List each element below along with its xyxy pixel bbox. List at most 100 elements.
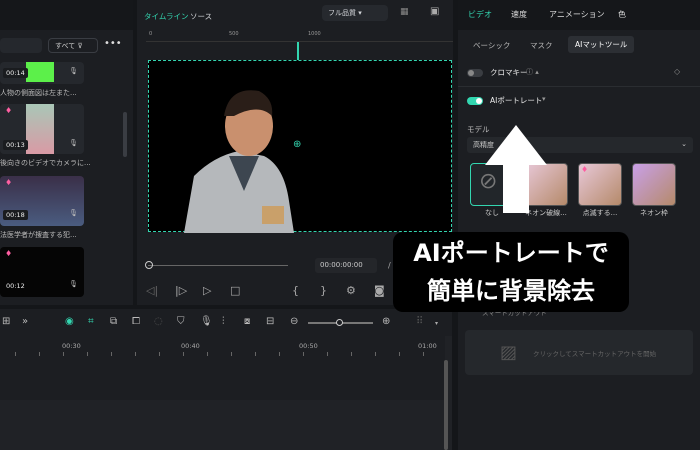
- premium-gem-icon: ♦: [5, 106, 13, 115]
- timeline-tick: 00:30: [62, 342, 81, 350]
- duration: 00:12: [6, 282, 25, 290]
- keyframe-icon[interactable]: ◇: [674, 67, 680, 76]
- media-item[interactable]: ♦ 00:13 🎙: [0, 104, 84, 154]
- mic-icon[interactable]: 🎙: [200, 316, 213, 327]
- tab-source[interactable]: ソース: [190, 11, 212, 22]
- media-item[interactable]: ♦ 00:18 🎙: [0, 176, 84, 226]
- timecode-separator: /: [388, 261, 391, 270]
- quality-value: フル品質: [328, 9, 356, 17]
- media-item[interactable]: ♦ 00:12 🎙: [0, 247, 84, 297]
- preview-canvas[interactable]: ⊕: [148, 60, 452, 233]
- mic-icon: 🎙: [69, 139, 78, 147]
- audio-mixer-icon[interactable]: ⫶: [222, 316, 225, 327]
- settings-icon[interactable]: ⚙: [346, 284, 356, 297]
- expand-toolbar-icon[interactable]: »: [22, 316, 28, 327]
- mic-icon: 🎙: [69, 280, 78, 288]
- split-icon[interactable]: ⧉: [110, 316, 117, 327]
- shield-icon[interactable]: ⛉: [177, 316, 185, 327]
- premium-gem-icon: ♦: [5, 249, 13, 258]
- camera-icon[interactable]: ◙: [374, 284, 385, 297]
- filter-label: すべて: [55, 42, 76, 50]
- ai-assistant-icon[interactable]: ◉: [65, 316, 74, 327]
- dropdown-icon[interactable]: ▾: [435, 320, 438, 327]
- subtab-basic[interactable]: ベーシック: [473, 40, 510, 51]
- premium-gem-icon: ♦: [5, 178, 13, 187]
- speech-to-text-icon[interactable]: ⊞: [2, 316, 10, 327]
- tab-animation[interactable]: アニメーション: [549, 9, 605, 20]
- snapshot-icon[interactable]: ▣: [430, 6, 439, 17]
- ruler-tick: 1000: [308, 31, 321, 37]
- thumbnail: [26, 62, 54, 82]
- inspector-panel: ビデオ 速度 アニメーション 色 ベーシック マスク AIマットツール クロマキ…: [458, 0, 700, 450]
- subject-person: [184, 90, 294, 233]
- chroma-key-toggle[interactable]: [467, 69, 483, 77]
- effect-label: 点滅する...: [582, 209, 618, 217]
- media-scrollbar[interactable]: [123, 112, 127, 157]
- playback-slider[interactable]: [148, 265, 288, 266]
- stop-icon[interactable]: □: [230, 284, 240, 297]
- expand-icon[interactable]: ▾: [542, 95, 546, 103]
- timeline-tick: 00:40: [181, 342, 200, 350]
- media-caption: 法医学者が捜査する犯...: [0, 231, 77, 239]
- tab-color[interactable]: 色: [618, 9, 626, 20]
- prev-frame-icon[interactable]: ◁|: [146, 284, 158, 297]
- fit-icon[interactable]: ⊟: [266, 316, 274, 327]
- grid-icon[interactable]: ▦: [400, 7, 409, 17]
- playhead-knob[interactable]: [145, 261, 153, 269]
- horizontal-ruler: 0 500 1000: [146, 30, 453, 42]
- premium-gem-icon: ♦: [581, 165, 589, 174]
- effect-blinking[interactable]: ♦: [578, 163, 622, 206]
- portrait-icon[interactable]: ⧠: [132, 316, 140, 327]
- subtab-ai-matte[interactable]: AIマットツール: [568, 36, 635, 53]
- media-item[interactable]: 00:14 🎙: [0, 62, 84, 84]
- ai-portrait-toggle[interactable]: [467, 97, 483, 105]
- filter-all-button[interactable]: すべて ⊽: [48, 38, 98, 53]
- zoom-in-icon[interactable]: ⊕: [382, 316, 390, 327]
- timeline-tick: 00:50: [299, 342, 318, 350]
- smart-cutout-button[interactable]: ▨ クリックしてスマートカットアウトを開始: [465, 330, 693, 375]
- timeline-tick: 01:00: [418, 342, 437, 350]
- help-icon[interactable]: ⓘ ▴: [526, 67, 539, 77]
- tab-timeline[interactable]: タイムライン: [144, 11, 188, 22]
- mic-icon: 🎙: [69, 209, 78, 217]
- guide-handle[interactable]: [297, 42, 302, 60]
- play-icon[interactable]: ▷: [203, 284, 211, 297]
- mark-out-icon[interactable]: }: [320, 284, 327, 297]
- media-caption: 人物の側面図は左また...: [0, 89, 77, 97]
- speed-icon[interactable]: ◌: [154, 316, 163, 327]
- zoom-slider-knob[interactable]: [336, 319, 343, 326]
- ruler-tick: 500: [229, 31, 239, 37]
- tab-video[interactable]: ビデオ: [468, 9, 492, 20]
- ruler-tick: 0: [149, 31, 153, 37]
- ai-clip-icon[interactable]: ⌗: [88, 316, 94, 327]
- media-panel: すべて ⊽ ••• 00:14 🎙 人物の側面図は左また... ♦ 00:13 …: [0, 0, 133, 305]
- filter-icon: ⊽: [77, 42, 83, 50]
- timeline-ruler: [0, 352, 445, 356]
- duration: 00:18: [3, 210, 28, 220]
- zoom-slider[interactable]: [308, 319, 373, 326]
- effect-label: ネオン枠: [640, 209, 668, 217]
- person-cutout-icon: ▨: [500, 342, 518, 363]
- next-frame-icon[interactable]: |▷: [175, 284, 187, 297]
- timeline-scrollbar[interactable]: [444, 360, 448, 450]
- effect-neon-frame[interactable]: [632, 163, 676, 206]
- duration: 00:14: [3, 68, 28, 78]
- duration: 00:13: [3, 140, 28, 150]
- callout-line-2: 簡単に背景除去: [427, 277, 595, 305]
- anchor-crosshair-icon[interactable]: ⊕: [293, 139, 301, 150]
- mic-icon: 🎙: [69, 67, 78, 75]
- more-icon[interactable]: •••: [104, 38, 122, 49]
- zoom-out-icon[interactable]: ⊖: [290, 316, 298, 327]
- subtab-mask[interactable]: マスク: [530, 40, 553, 51]
- layout-grid-icon[interactable]: ⠿: [416, 316, 423, 327]
- render-icon[interactable]: ⧇: [244, 316, 250, 327]
- search-input[interactable]: [0, 38, 42, 53]
- up-arrow-icon: [485, 125, 547, 213]
- tab-speed[interactable]: 速度: [511, 9, 527, 20]
- quality-dropdown[interactable]: フル品質 ▾: [322, 5, 388, 21]
- media-header: [0, 0, 133, 30]
- divider: [458, 86, 700, 87]
- ai-portrait-label: AIポートレート: [490, 96, 543, 105]
- callout-line-1: AIポートレートで: [413, 239, 609, 267]
- mark-in-icon[interactable]: {: [292, 284, 299, 297]
